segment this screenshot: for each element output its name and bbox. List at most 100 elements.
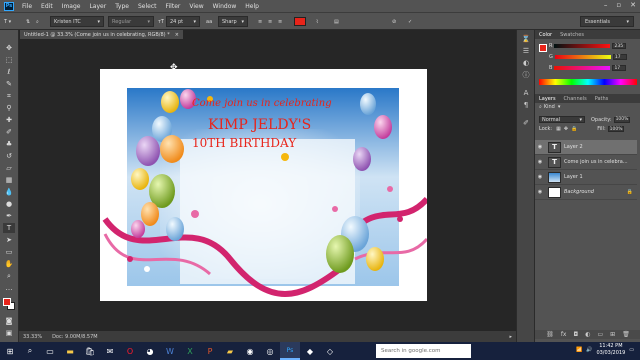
visibility-eye-icon[interactable]: ◉ [535,189,545,195]
new-layer-icon[interactable]: ⊞ [610,331,615,338]
toggle-orientation-icon[interactable]: ⇅ [26,16,30,27]
clone-stamp-tool-icon[interactable]: ♣ [3,139,15,149]
text-color-swatch[interactable] [294,17,306,26]
history-panel-icon[interactable]: ⌛ [521,34,531,43]
dodge-tool-icon[interactable]: ● [3,199,15,209]
menu-select[interactable]: Select [138,3,157,10]
crop-tool-icon[interactable]: ⌗ [3,91,15,101]
search-icon[interactable]: ⌕ [20,342,40,360]
warp-text-icon[interactable]: ⌇ [316,16,318,27]
font-size-select[interactable]: 24 pt ▾ [166,16,200,27]
font-search-icon[interactable]: ⌕ [36,16,39,27]
menu-filter[interactable]: Filter [166,3,181,10]
layer-row-layer-1[interactable]: ◉ Layer 1 [535,170,637,185]
chrome-icon[interactable]: ◕ [140,342,160,360]
task-view-icon[interactable]: ▭ [40,342,60,360]
eraser-tool-icon[interactable]: ▱ [3,163,15,173]
type-tool-icon[interactable]: T [3,223,15,233]
folder-icon[interactable]: ▰ [220,342,240,360]
green-slider[interactable] [554,55,611,59]
type-tool-preset-icon[interactable]: T ▾ [4,16,11,27]
character-panel-icon[interactable]: ▤ [334,16,339,27]
photoshop-taskbar-icon[interactable]: Ps [280,342,300,360]
hand-tool-icon[interactable]: ✋ [3,259,15,269]
add-mask-icon[interactable]: ◘ [573,331,578,338]
clock[interactable]: 11:42 PM 03/03/2019 [596,343,625,357]
green-value[interactable]: 17 [612,54,627,60]
quick-select-tool-icon[interactable]: ✎ [3,79,15,89]
opacity-value[interactable]: 100% [613,116,630,123]
word-icon[interactable]: W [160,342,180,360]
properties-panel-icon[interactable]: ☰ [521,46,531,55]
web-search-input[interactable]: Search in google.com [376,344,471,358]
zoom-tool-icon[interactable]: ⌕ [3,271,15,281]
layer-name[interactable]: Come join us in celebra... [564,159,628,165]
menu-edit[interactable]: Edit [41,3,53,10]
align-center-icon[interactable]: ≡ [268,16,272,27]
brush-tool-icon[interactable]: ✐ [3,127,15,137]
mail-icon[interactable]: ✉ [100,342,120,360]
foreground-color-swatch[interactable] [3,298,11,306]
layer-kind-select[interactable]: Kind [544,104,555,110]
layer-row-come-join[interactable]: ◉ T Come join us in celebra... [535,155,637,170]
minimize-icon[interactable]: – [604,1,608,9]
opera-icon[interactable]: O [120,342,140,360]
workspace-select[interactable]: Essentials ▾ [580,16,634,27]
lasso-tool-icon[interactable]: ℓ [3,67,15,77]
color-spectrum[interactable] [539,79,637,85]
excel-icon[interactable]: X [180,342,200,360]
close-tab-icon[interactable]: × [175,32,179,38]
menu-type[interactable]: Type [115,3,129,10]
move-tool-icon[interactable]: ✥ [3,43,15,53]
windows-start-icon[interactable]: ⊞ [0,342,20,360]
tab-swatches[interactable]: Swatches [560,32,584,38]
brush-panel-icon[interactable]: ✐ [521,118,531,127]
red-slider[interactable] [554,44,611,48]
antialias-select[interactable]: Sharp ▾ [218,16,248,27]
store-icon[interactable]: 🛍 [80,342,100,360]
lock-move-icon[interactable]: ✥ [564,126,568,132]
red-value[interactable]: 235 [612,43,627,49]
link-layers-icon[interactable]: ⛓ [546,331,554,338]
menu-window[interactable]: Window [213,3,237,10]
blur-tool-icon[interactable]: 💧 [3,187,15,197]
close-icon[interactable]: ✕ [630,1,636,9]
text-line-1[interactable]: Come join us in celebrating [192,98,332,109]
more-tools-icon[interactable]: … [3,283,15,293]
document-tab[interactable]: Untitled-1 @ 33.3% (Come join us in cele… [20,30,183,39]
menu-file[interactable]: File [22,3,32,10]
menu-layer[interactable]: Layer [89,3,106,10]
volume-icon[interactable]: 🔊 [586,347,592,353]
character-panel-icon[interactable]: A [521,88,531,97]
layer-style-icon[interactable]: fx [561,331,567,338]
paragraph-panel-icon[interactable]: ¶ [521,100,531,109]
font-family-select[interactable]: Kristen ITC ▾ [50,16,104,27]
menu-help[interactable]: Help [245,3,259,10]
layer-name[interactable]: Layer 2 [564,144,583,150]
layer-name[interactable]: Layer 1 [564,174,583,180]
visibility-eye-icon[interactable]: ◉ [535,144,545,150]
history-brush-tool-icon[interactable]: ↺ [3,151,15,161]
blue-value[interactable]: 17 [612,65,627,71]
delete-layer-icon[interactable]: 🗑 [622,331,630,338]
blend-mode-select[interactable]: Normal ▾ [539,116,585,123]
media-icon[interactable]: ◉ [240,342,260,360]
info-panel-icon[interactable]: ⓘ [521,70,531,79]
app-icon[interactable]: ◆ [300,342,320,360]
adjustments-panel-icon[interactable]: ◐ [521,58,531,67]
document-canvas[interactable]: Come join us in celebrating KIMP JELDY'S… [100,69,427,301]
text-line-2[interactable]: KIMP JELDY'S [208,117,311,133]
lock-all-icon[interactable]: 🔒 [571,126,577,132]
layer-row-layer-2[interactable]: ◉ T Layer 2 [535,140,637,155]
menu-image[interactable]: Image [62,3,81,10]
tab-color[interactable]: Color [539,32,552,38]
maximize-icon[interactable]: ▫ [616,1,621,9]
screen-mode-icon[interactable]: ▣ [3,328,15,338]
align-left-icon[interactable]: ≡ [258,16,262,27]
notifications-icon[interactable]: ▭ [629,347,634,353]
zoom-level[interactable]: 33.33% [23,334,42,340]
layer-row-background[interactable]: ◉ Background 🔒 [535,185,637,200]
file-explorer-icon[interactable]: ▬ [60,342,80,360]
network-icon[interactable]: 📶 [576,347,582,353]
pen-tool-icon[interactable]: ✒ [3,211,15,221]
